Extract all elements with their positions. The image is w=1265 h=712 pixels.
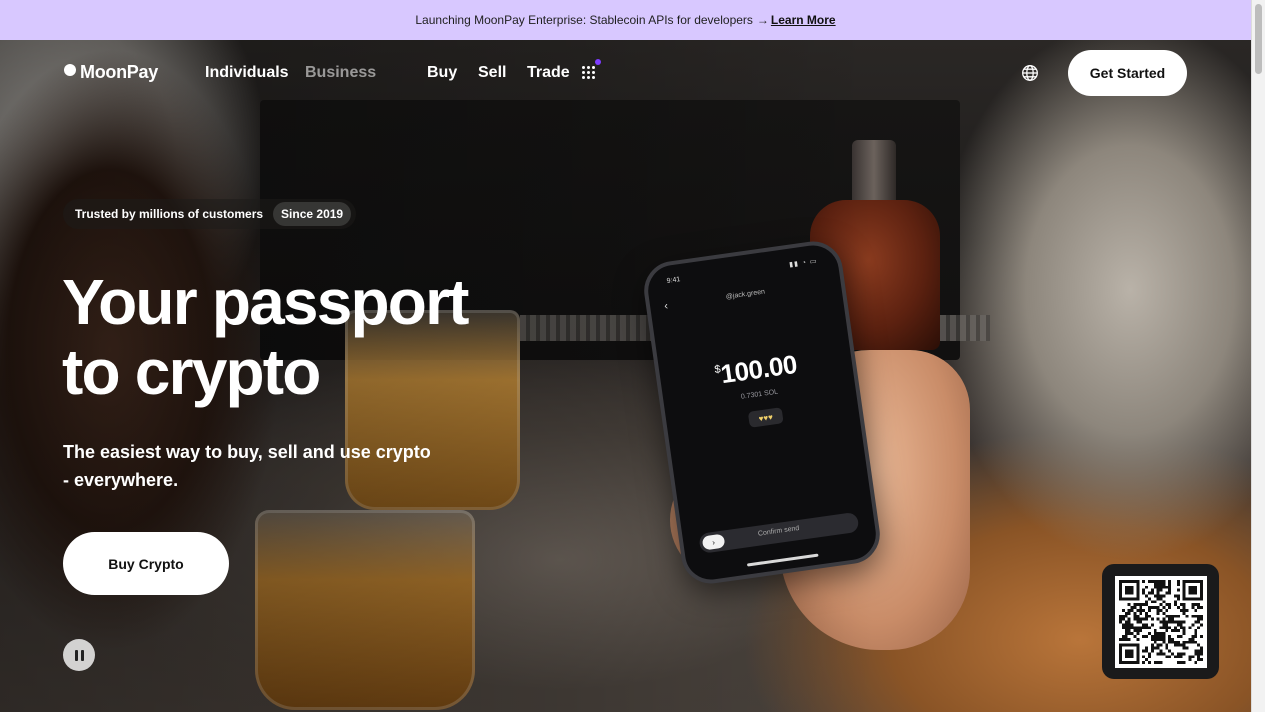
trust-text: Trusted by millions of customers [75, 207, 264, 221]
phone-time: 9:41 [666, 276, 681, 285]
announcement-text: Launching MoonPay Enterprise: Stablecoin… [415, 13, 753, 27]
announcement-bar: Launching MoonPay Enterprise: Stablecoin… [0, 0, 1251, 40]
segment-business[interactable]: Business [305, 64, 376, 82]
globe-icon[interactable] [1021, 64, 1039, 82]
headline-line-1: Your passport [62, 266, 470, 338]
trust-badge: Trusted by millions of customers Since 2… [63, 199, 357, 229]
page-scrollbar[interactable] [1251, 0, 1265, 712]
nav-trade[interactable]: Trade [527, 64, 570, 82]
subhead-line-2: - everywhere. [63, 470, 179, 490]
get-started-button[interactable]: Get Started [1068, 50, 1187, 96]
scrollbar-thumb[interactable] [1255, 4, 1262, 74]
headline-line-2: to crypto [62, 336, 321, 408]
learn-more-link[interactable]: Learn More [771, 13, 836, 27]
segment-individuals[interactable]: Individuals [205, 64, 289, 82]
notification-dot [595, 59, 601, 65]
qr-code-card[interactable] [1102, 564, 1219, 679]
gem-emoji-chip: ♥♥♥ [747, 407, 784, 428]
moon-logo-icon [64, 63, 76, 76]
signal-icon: ▮▮ ◔ ▭ [788, 257, 818, 269]
slider-knob: › [701, 533, 726, 551]
hero-subhead: The easiest way to buy, sell and use cry… [63, 438, 463, 494]
buy-crypto-button[interactable]: Buy Crypto [63, 532, 229, 595]
top-nav: MoonPay Individuals Business Buy Sell Tr… [0, 40, 1251, 108]
nav-buy[interactable]: Buy [427, 64, 457, 82]
nav-sell[interactable]: Sell [478, 64, 506, 82]
amount-value: 100.00 [718, 348, 799, 390]
arrow-right-icon: → [756, 13, 769, 27]
hero-headline: Your passport to crypto [62, 267, 562, 407]
apps-grid-icon[interactable] [582, 59, 601, 82]
qr-code [1114, 575, 1207, 668]
phone-amount: $100.00 [659, 341, 853, 398]
pause-icon[interactable] [63, 639, 95, 671]
since-badge: Since 2019 [273, 202, 352, 226]
home-indicator [746, 553, 819, 567]
logo-text: MoonPay [80, 62, 158, 82]
phone-status-bar: 9:41 ▮▮ ◔ ▭ [666, 257, 818, 286]
subhead-line-1: The easiest way to buy, sell and use cry… [63, 442, 431, 462]
confirm-send-slider: Confirm send › [698, 511, 860, 554]
moonpay-logo[interactable]: MoonPay [64, 62, 158, 83]
